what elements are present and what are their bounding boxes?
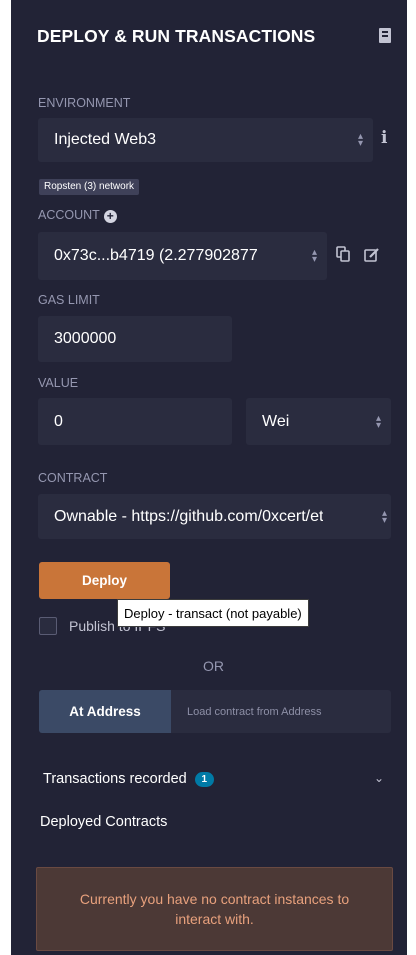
select-arrows-icon: ▴ ▾	[375, 412, 381, 431]
book-icon[interactable]	[379, 28, 391, 43]
at-address-input[interactable]: Load contract from Address	[171, 690, 391, 733]
at-address-button[interactable]: At Address	[39, 690, 171, 733]
value-unit-select[interactable]: Wei ▴ ▾	[246, 398, 391, 445]
deploy-button[interactable]: Deploy	[39, 562, 170, 599]
transactions-recorded[interactable]: Transactions recorded 1	[43, 771, 214, 787]
chevron-down-icon[interactable]: ⌄	[374, 771, 384, 785]
value-input[interactable]: 0	[38, 398, 232, 445]
value-unit: Wei	[262, 412, 290, 430]
account-value: 0x73c...b4719 (2.277902877	[54, 247, 258, 264]
environment-label: ENVIRONMENT	[38, 96, 131, 110]
gas-limit-label: GAS LIMIT	[38, 293, 100, 307]
contract-select[interactable]: Ownable - https://github.com/0xcert/et ▴…	[38, 494, 391, 539]
deploy-tooltip: Deploy - transact (not payable)	[117, 599, 309, 627]
gas-limit-value: 3000000	[54, 330, 117, 347]
edit-icon[interactable]	[364, 247, 380, 262]
transactions-label: Transactions recorded	[43, 771, 187, 787]
publish-ipfs-checkbox[interactable]	[39, 617, 57, 635]
account-select[interactable]: 0x73c...b4719 (2.277902877 ▴ ▾	[38, 232, 327, 280]
transactions-count-badge: 1	[194, 772, 214, 787]
value-label: VALUE	[38, 376, 79, 390]
environment-select[interactable]: Injected Web3 ▴ ▾	[38, 118, 373, 162]
network-badge: Ropsten (3) network	[39, 179, 140, 195]
select-arrows-icon: ▴ ▾	[357, 131, 363, 149]
value-amount: 0	[54, 412, 63, 430]
contract-value: Ownable - https://github.com/0xcert/et	[54, 507, 324, 525]
contract-label: CONTRACT	[38, 471, 108, 485]
deploy-run-panel: DEPLOY & RUN TRANSACTIONS ENVIRONMENT In…	[11, 0, 407, 955]
deployed-contracts-label: Deployed Contracts	[40, 814, 168, 830]
gas-limit-input[interactable]: 3000000	[38, 316, 232, 362]
account-label: ACCOUNT +	[38, 208, 117, 223]
account-label-text: ACCOUNT	[38, 208, 100, 222]
copy-icon[interactable]	[336, 246, 350, 262]
environment-value: Injected Web3	[54, 131, 156, 148]
select-arrows-icon: ▴ ▾	[311, 247, 317, 265]
panel-title: DEPLOY & RUN TRANSACTIONS	[37, 26, 316, 46]
or-separator: OR	[203, 658, 224, 674]
info-icon[interactable]: i	[381, 128, 391, 148]
plus-circle-icon[interactable]: +	[103, 210, 117, 223]
no-instances-alert: Currently you have no contract instances…	[36, 867, 393, 951]
select-arrows-icon: ▴ ▾	[381, 507, 387, 526]
